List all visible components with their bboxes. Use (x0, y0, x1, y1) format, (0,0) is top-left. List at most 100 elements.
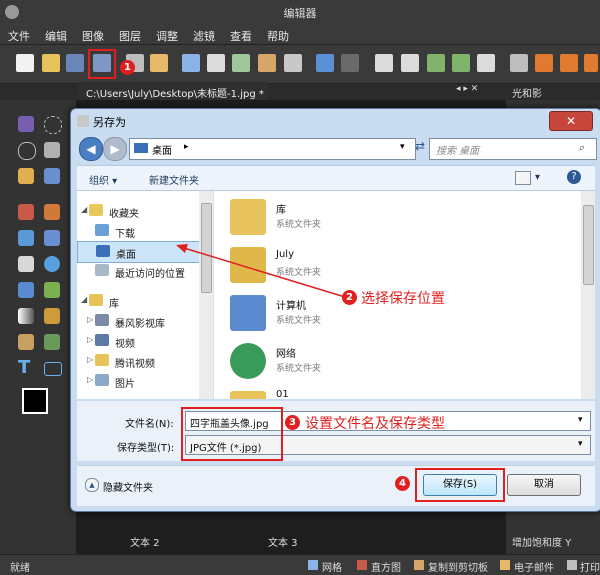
menu-file[interactable]: 文件 (0, 24, 37, 44)
rotate-right-icon[interactable] (452, 54, 470, 72)
nav-favorites[interactable]: ◢ 收藏夹 (77, 201, 205, 221)
magic-wand-icon[interactable] (44, 142, 60, 158)
paste-icon[interactable] (232, 54, 250, 72)
brush-icon[interactable] (18, 204, 34, 220)
rectangle-shape-icon[interactable] (44, 362, 62, 376)
menu-help[interactable]: 帮助 (259, 24, 296, 44)
filetype-dropdown-icon[interactable]: ▾ (578, 439, 583, 449)
line-icon[interactable] (18, 230, 34, 246)
dialog-title-bar[interactable]: 另存为 ✕ (71, 109, 600, 133)
menu-edit[interactable]: 编辑 (37, 24, 74, 44)
address-chevron-icon[interactable]: ▸ (184, 142, 189, 152)
new-folder-button[interactable]: 新建文件夹 (149, 172, 199, 187)
flip-vertical-icon[interactable] (375, 54, 393, 72)
email-icon[interactable] (150, 54, 168, 72)
menu-adjust[interactable]: 调整 (148, 24, 185, 44)
search-icon[interactable]: ⌕ (578, 141, 584, 155)
nav-pictures[interactable]: ▷ 图片 (77, 371, 205, 391)
refresh-button[interactable]: ⇄ (415, 139, 429, 157)
dialog-close-button[interactable]: ✕ (549, 111, 593, 131)
grid-status-icon (308, 560, 318, 570)
status-email[interactable]: 电子邮件 (514, 559, 554, 574)
collapse-arrow-icon[interactable]: ▷ (87, 315, 93, 324)
text-tool-icon[interactable]: T (18, 359, 34, 377)
menu-filter[interactable]: 滤镜 (185, 24, 222, 44)
foreground-color-swatch[interactable] (22, 388, 48, 414)
save-icon[interactable] (66, 54, 84, 72)
hash-grid-icon[interactable] (535, 54, 553, 72)
hash-grid-3-icon[interactable] (584, 54, 598, 72)
status-bar: 就绪 网格 直方图 复制到剪切板 电子邮件 打印 (0, 554, 600, 575)
nav-baofeng-library[interactable]: ▷ 暴风影视库 (77, 311, 205, 331)
flip-horizontal-icon[interactable] (401, 54, 419, 72)
cut-icon[interactable] (207, 54, 225, 72)
collapse-arrow-icon[interactable]: ▷ (87, 375, 93, 384)
status-print[interactable]: 打印 (580, 559, 600, 574)
document-tab[interactable]: C:\Users\July\Desktop\未标题-1.jpg * (78, 82, 268, 100)
file-item-01[interactable]: 01 (220, 387, 570, 399)
annotation-4: 4 (395, 476, 410, 491)
eraser-icon[interactable] (18, 256, 34, 272)
collapse-arrow-icon[interactable]: ▷ (87, 355, 93, 364)
status-copy-clipboard[interactable]: 复制到剪切板 (428, 559, 488, 574)
pencil-icon[interactable] (44, 204, 60, 220)
clipboard-icon[interactable] (258, 54, 276, 72)
undo-icon[interactable] (316, 54, 334, 72)
app-title-bar: 编辑器 (0, 0, 600, 24)
hide-folders-toggle[interactable]: ▲ 隐藏文件夹 (85, 478, 195, 496)
status-histogram[interactable]: 直方图 (371, 559, 401, 574)
file-item-network[interactable]: 网络 系统文件夹 (220, 339, 570, 387)
transform-icon[interactable] (477, 54, 495, 72)
organize-button[interactable]: 组织 ▾ (89, 172, 117, 187)
back-button[interactable]: ◀ (79, 137, 103, 161)
blur-drop-icon[interactable] (44, 256, 60, 272)
collapse-arrow-icon[interactable]: ▷ (87, 335, 93, 344)
new-file-icon[interactable] (16, 54, 34, 72)
file-list-scrollbar[interactable] (581, 191, 595, 399)
right-panel-tab[interactable]: 光和影 (506, 82, 600, 100)
address-bar[interactable]: 桌面 ▸ ▾ (129, 138, 416, 160)
crop-icon[interactable] (44, 168, 60, 184)
redo-icon[interactable] (341, 54, 359, 72)
cancel-button[interactable]: 取消 (507, 474, 581, 496)
retouch-icon[interactable] (18, 334, 34, 350)
fill-bucket-icon[interactable] (18, 282, 34, 298)
lasso-icon[interactable] (18, 142, 36, 160)
menu-view[interactable]: 查看 (222, 24, 259, 44)
file-name: 网络 (276, 349, 296, 360)
select-arrow-icon[interactable] (18, 116, 34, 132)
nav-videos[interactable]: ▷ 视频 (77, 331, 205, 351)
menu-image[interactable]: 图像 (74, 24, 111, 44)
color-picker-icon[interactable] (44, 282, 60, 298)
scroll-thumb[interactable] (583, 205, 594, 285)
forward-button[interactable]: ▶ (103, 137, 127, 161)
status-grid[interactable]: 网格 (322, 559, 342, 574)
file-type: 系统文件夹 (276, 220, 322, 230)
nav-tencent-video[interactable]: ▷ 腾讯视频 (77, 351, 205, 371)
delete-icon[interactable] (284, 54, 302, 72)
ellipse-select-icon[interactable] (44, 116, 62, 134)
menu-layer[interactable]: 图层 (111, 24, 148, 44)
copy-icon[interactable] (182, 54, 200, 72)
smudge-icon[interactable] (44, 230, 60, 246)
grid-icon[interactable] (510, 54, 528, 72)
address-dropdown-icon[interactable]: ▾ (400, 142, 405, 152)
right-panel-tab-label: 光和影 (512, 89, 542, 100)
search-input[interactable]: 搜索 桌面 ⌕ (429, 138, 597, 160)
view-options-dropdown-icon[interactable]: ▾ (535, 172, 540, 183)
polygon-lasso-icon[interactable] (18, 168, 34, 184)
video-library-icon (95, 314, 109, 326)
stamp-icon[interactable] (44, 308, 60, 324)
rotate-left-icon[interactable] (427, 54, 445, 72)
filename-dropdown-icon[interactable]: ▾ (578, 415, 583, 425)
expand-arrow-icon[interactable]: ◢ (81, 205, 87, 214)
expand-arrow-icon[interactable]: ◢ (81, 295, 87, 304)
hash-grid-2-icon[interactable] (560, 54, 578, 72)
open-folder-icon[interactable] (42, 54, 60, 72)
tab-nav-arrows[interactable]: ◂ ▸ ✕ (456, 84, 478, 94)
image-icon[interactable] (44, 334, 60, 350)
help-icon[interactable]: ? (567, 170, 581, 184)
view-options-icon[interactable] (515, 171, 531, 185)
gradient-icon[interactable] (18, 308, 34, 324)
save-highlight (415, 468, 505, 502)
